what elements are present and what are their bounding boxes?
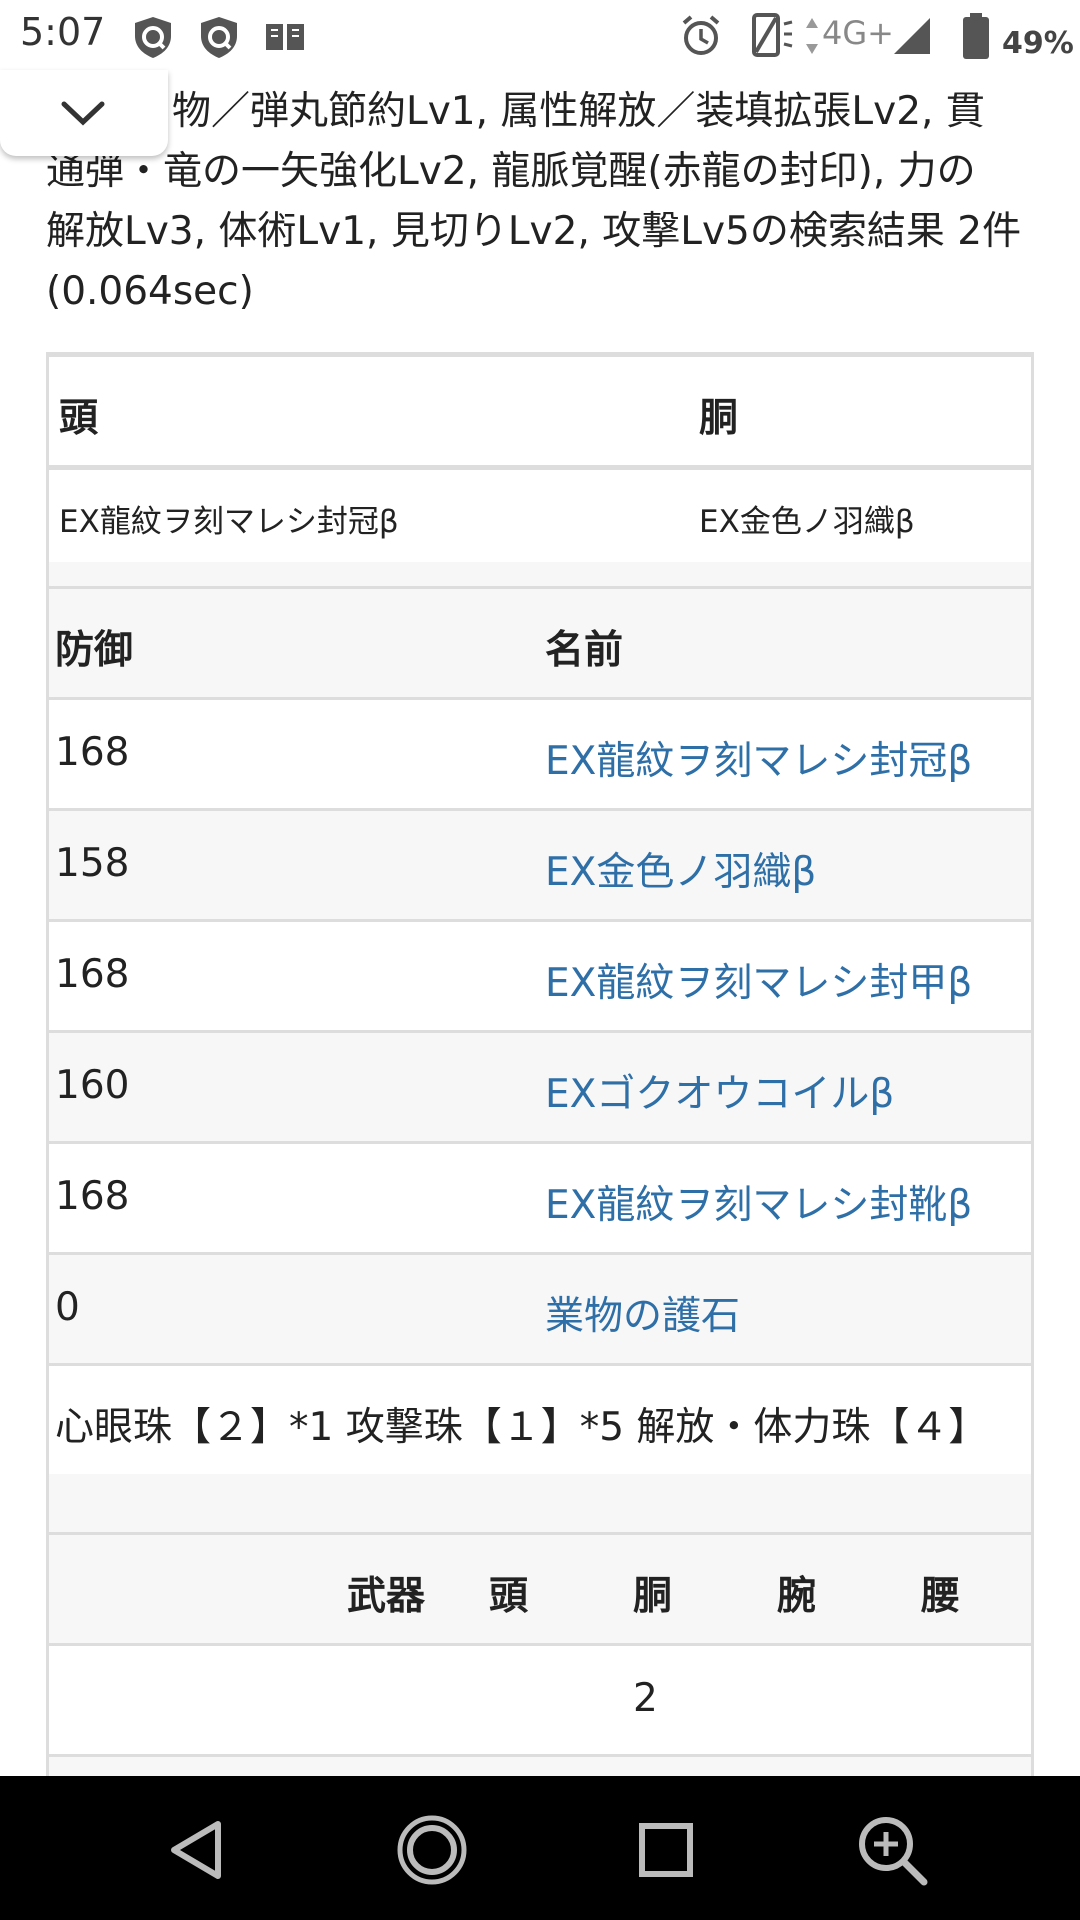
- data-arrows-icon: [806, 18, 818, 54]
- slot-value: 2: [633, 1676, 658, 1721]
- spacer: [49, 562, 1031, 586]
- summary-body-value: EX金色ノ羽織β: [699, 504, 915, 540]
- header-defense: 防御: [55, 628, 134, 673]
- battery-percent: 49%: [1002, 26, 1074, 61]
- shield-icon: [135, 17, 171, 58]
- summary-header-row: 頭 胴: [49, 357, 1031, 465]
- summary-value-row: EX龍紋ヲ刻マレシ封冠β EX金色ノ羽織β: [49, 470, 1031, 562]
- decorations-row: 心眼珠【２】*1 攻撃珠【１】*5 解放・体力珠【４】: [49, 1366, 1031, 1474]
- table-row: 160 EXゴクオウコイルβ: [49, 1033, 1031, 1141]
- summary-head-value: EX龍紋ヲ刻マレシ封冠β: [59, 504, 399, 540]
- table-row: 168 EX龍紋ヲ刻マレシ封靴β: [49, 1144, 1031, 1252]
- defense-value: 160: [55, 1063, 130, 1108]
- header-head: 頭: [489, 1574, 529, 1619]
- navigation-bar: [0, 1776, 1080, 1920]
- results-panel: 頭 胴 EX龍紋ヲ刻マレシ封冠β EX金色ノ羽織β 防御 名前 168 EX龍紋…: [46, 352, 1034, 1776]
- header-body: 胴: [633, 1574, 673, 1619]
- table-row: 168 EX龍紋ヲ刻マレシ封冠β: [49, 700, 1031, 808]
- chevron-down-icon: [61, 101, 105, 126]
- home-icon[interactable]: [392, 1810, 472, 1890]
- defense-value: 168: [55, 730, 130, 775]
- armor-link[interactable]: EX龍紋ヲ刻マレシ封冠β: [545, 730, 972, 786]
- collapse-button[interactable]: [0, 70, 168, 156]
- table-row: 158 EX金色ノ羽織β: [49, 811, 1031, 919]
- search-summary: 物／弾丸節約Lv1, 属性解放／装填拡張Lv2, 貫 通弾・竜の一矢強化Lv2,…: [46, 82, 1036, 322]
- summary-line-4: (0.064sec): [46, 269, 254, 314]
- defense-value: 0: [55, 1285, 80, 1330]
- page-content: 物／弾丸節約Lv1, 属性解放／装填拡張Lv2, 貫 通弾・竜の一矢強化Lv2,…: [0, 72, 1080, 1776]
- battery-icon: [963, 13, 989, 59]
- status-time: 5:07: [20, 10, 106, 54]
- slot-row: 2: [49, 1646, 1031, 1754]
- table-row: 0 業物の護石: [49, 1255, 1031, 1363]
- defense-value: 168: [55, 1174, 130, 1219]
- detail-header-row: 防御 名前: [49, 589, 1031, 697]
- spacer: [49, 1474, 1031, 1532]
- signal-icon: [894, 18, 930, 54]
- slot-header-row: 武器 頭 胴 腕 腰: [49, 1535, 1031, 1643]
- zoom-in-icon[interactable]: [852, 1810, 932, 1890]
- table-row: 168 EX龍紋ヲ刻マレシ封甲β: [49, 922, 1031, 1030]
- summary-line-1: 物／弾丸節約Lv1, 属性解放／装填拡張Lv2, 貫: [172, 89, 985, 134]
- table-row: [49, 1757, 1031, 1776]
- header-arm: 腕: [777, 1574, 817, 1619]
- status-bar: 5:07 4G+ 49%: [0, 0, 1080, 72]
- armor-link[interactable]: EX龍紋ヲ刻マレシ封甲β: [545, 952, 972, 1008]
- armor-link[interactable]: EX龍紋ヲ刻マレシ封靴β: [545, 1174, 972, 1230]
- defense-value: 158: [55, 841, 130, 886]
- recents-icon[interactable]: [626, 1810, 706, 1890]
- armor-link[interactable]: EXゴクオウコイルβ: [545, 1063, 894, 1119]
- vibrate-icon: [752, 13, 793, 57]
- header-weapon: 武器: [347, 1574, 426, 1619]
- defense-value: 168: [55, 952, 130, 997]
- reader-icon: [266, 24, 304, 50]
- header-head: 頭: [59, 396, 99, 441]
- network-type: 4G+: [822, 14, 894, 52]
- summary-line-2: 通弾・竜の一矢強化Lv2, 龍脈覚醒(赤龍の封印), 力の: [46, 149, 976, 194]
- shield-icon: [201, 17, 237, 58]
- charm-link[interactable]: 業物の護石: [545, 1285, 740, 1341]
- summary-line-3: 解放Lv3, 体術Lv1, 見切りLv2, 攻撃Lv5の検索結果 2件: [46, 209, 1022, 254]
- header-waist: 腰: [921, 1574, 961, 1619]
- back-icon[interactable]: [158, 1810, 238, 1890]
- alarm-icon: [682, 15, 720, 55]
- header-name: 名前: [545, 628, 624, 673]
- armor-link[interactable]: EX金色ノ羽織β: [545, 841, 816, 897]
- decorations-text: 心眼珠【２】*1 攻撃珠【１】*5 解放・体力珠【４】: [55, 1405, 988, 1450]
- header-body: 胴: [699, 396, 739, 441]
